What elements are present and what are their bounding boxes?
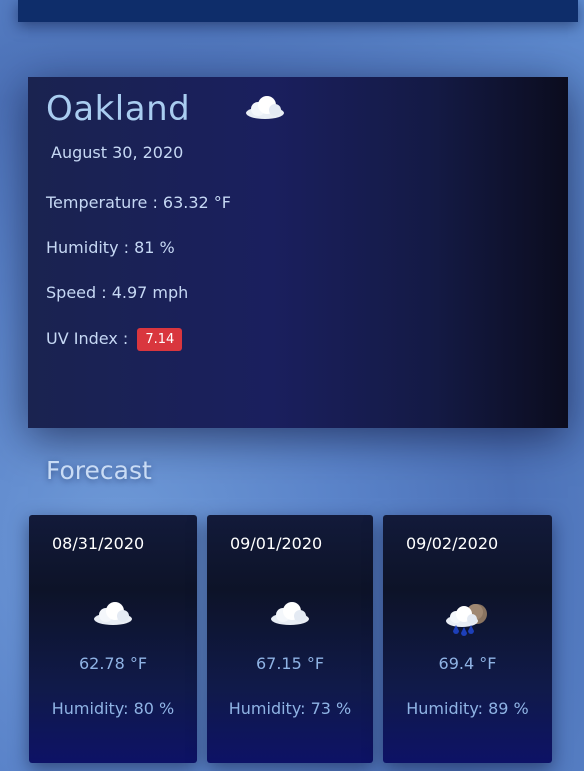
- forecast-temp: 69.4 °F: [438, 654, 497, 673]
- current-weather-card: Oakland August 30, 2020 Temperature : 63…: [28, 77, 568, 428]
- forecast-title: Forecast: [46, 456, 152, 485]
- forecast-temp: 62.78 °F: [78, 654, 148, 673]
- forecast-temp: 67.15 °F: [255, 654, 325, 673]
- cloud-icon: [207, 601, 373, 627]
- uv-index-label: UV Index :: [46, 329, 129, 348]
- current-date: August 30, 2020: [51, 143, 184, 162]
- forecast-card: 09/01/2020 67.15 °F Humidity: 73 %: [207, 515, 373, 763]
- cloud-icon: [29, 601, 197, 627]
- forecast-humidity: Humidity: 73 %: [228, 699, 352, 718]
- forecast-card: 08/31/2020 62.78 °F Humidity: 80 %: [29, 515, 197, 763]
- uv-index-row: UV Index : 7.14: [46, 328, 183, 351]
- forecast-date: 08/31/2020: [52, 534, 145, 553]
- forecast-humidity: Humidity: 89 %: [406, 699, 529, 718]
- forecast-card: 09/02/2020 69.4 °F Humidity: 89 %: [383, 515, 552, 763]
- uv-index-badge: 7.14: [137, 328, 183, 351]
- temperature-text: Temperature : 63.32 °F: [46, 193, 232, 212]
- humidity-text: Humidity : 81 %: [46, 238, 175, 257]
- forecast-humidity: Humidity: 80 %: [51, 699, 175, 718]
- cloud-icon: [244, 95, 286, 125]
- top-bar: [18, 0, 578, 22]
- wind-speed-text: Speed : 4.97 mph: [46, 283, 189, 302]
- forecast-date: 09/02/2020: [406, 534, 499, 553]
- forecast-date: 09/01/2020: [230, 534, 323, 553]
- city-name: Oakland: [46, 89, 191, 129]
- rain-icon: [383, 603, 552, 637]
